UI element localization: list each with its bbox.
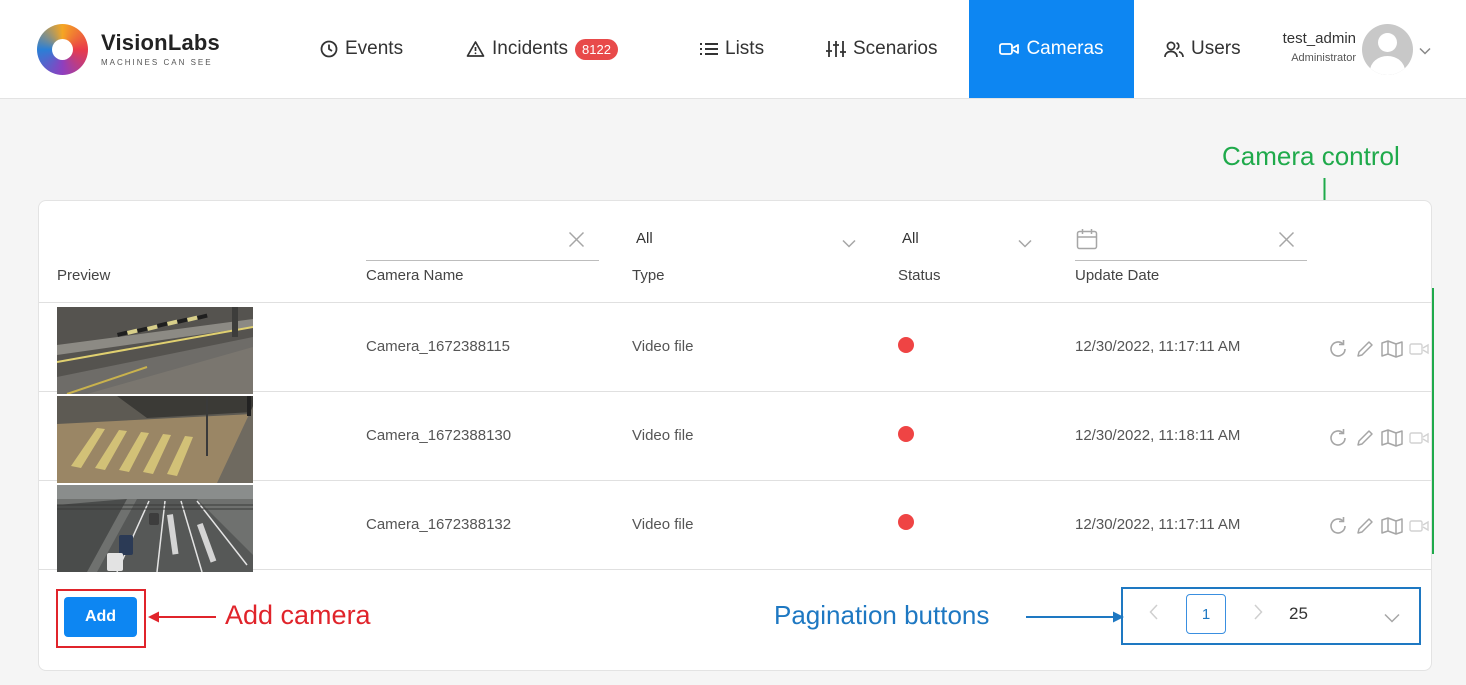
clock-icon	[320, 40, 338, 58]
incidents-count-badge: 8122	[575, 38, 618, 60]
nav-users[interactable]: Users	[1164, 0, 1241, 98]
chevron-right-icon	[1253, 603, 1263, 625]
column-header-status[interactable]: Status	[898, 267, 941, 284]
nav-incidents-label: Incidents	[492, 38, 569, 59]
add-camera-arrow	[148, 611, 216, 623]
list-icon	[700, 41, 718, 57]
camera-type-cell: Video file	[632, 427, 694, 444]
chevron-down-icon[interactable]	[1384, 610, 1400, 628]
camera-preview-image[interactable]	[57, 307, 253, 394]
brand-name: VisionLabs	[101, 30, 220, 55]
pagination-prev-button[interactable]	[1133, 594, 1173, 634]
camera-preview-image[interactable]	[57, 396, 253, 483]
map-icon[interactable]	[1381, 516, 1403, 541]
status-filter-value[interactable]: All	[902, 230, 919, 247]
top-header: VisionLabs MACHINES CAN SEE Events Incid…	[0, 0, 1466, 99]
warning-icon	[466, 40, 485, 58]
status-indicator	[898, 337, 914, 353]
camera-type-cell: Video file	[632, 516, 694, 533]
clear-name-filter-icon[interactable]	[568, 231, 585, 253]
users-icon	[1164, 40, 1184, 58]
camera-actions	[1327, 338, 1429, 365]
camera-name-cell[interactable]: Camera_1672388115	[366, 338, 510, 355]
camera-actions	[1327, 427, 1429, 454]
column-header-update-date[interactable]: Update Date	[1075, 267, 1159, 284]
pagination-next-button[interactable]	[1238, 594, 1278, 634]
video-camera-icon[interactable]	[1409, 341, 1429, 362]
edit-icon[interactable]	[1355, 428, 1375, 453]
update-date-cell: 12/30/2022, 11:17:11 AM	[1075, 338, 1241, 355]
row-divider	[39, 302, 1431, 303]
restart-icon[interactable]	[1327, 515, 1349, 542]
clear-date-filter-icon[interactable]	[1278, 231, 1295, 253]
nav-incidents[interactable]: Incidents 8122	[466, 0, 618, 98]
date-filter-underline	[1075, 260, 1307, 261]
type-filter-value[interactable]: All	[636, 230, 653, 247]
camera-actions	[1327, 515, 1429, 542]
nav-cameras-label: Cameras	[1026, 38, 1104, 59]
page-size-select[interactable]: 25	[1289, 604, 1308, 624]
chevron-down-icon[interactable]	[1018, 235, 1032, 253]
map-icon[interactable]	[1381, 339, 1403, 364]
nav-users-label: Users	[1191, 38, 1241, 59]
nav-cameras[interactable]: Cameras	[969, 0, 1134, 98]
brand-tagline: MACHINES CAN SEE	[101, 58, 213, 67]
chevron-left-icon	[1148, 603, 1158, 625]
video-camera-icon[interactable]	[1409, 430, 1429, 451]
nav-lists-label: Lists	[725, 38, 765, 59]
calendar-icon[interactable]	[1076, 228, 1098, 255]
camera-name-cell[interactable]: Camera_1672388132	[366, 516, 511, 533]
brand-logo[interactable]: VisionLabs MACHINES CAN SEE	[37, 24, 220, 75]
column-header-preview: Preview	[57, 267, 111, 284]
add-camera-button[interactable]: Add	[64, 597, 137, 637]
avatar[interactable]	[1362, 24, 1413, 75]
update-date-cell: 12/30/2022, 11:18:11 AM	[1075, 427, 1241, 444]
logo-mark-icon	[37, 24, 88, 75]
camera-type-cell: Video file	[632, 338, 694, 355]
annotation-pagination-buttons: Pagination buttons	[774, 600, 990, 630]
camera-name-cell[interactable]: Camera_1672388130	[366, 427, 511, 444]
sliders-icon	[826, 40, 846, 58]
column-header-type[interactable]: Type	[632, 267, 665, 284]
restart-icon[interactable]	[1327, 427, 1349, 454]
camera-preview-image[interactable]	[57, 485, 253, 572]
nav-scenarios[interactable]: Scenarios	[826, 0, 938, 98]
nav-events-label: Events	[345, 38, 404, 59]
restart-icon[interactable]	[1327, 338, 1349, 365]
annotation-add-camera: Add camera	[225, 600, 371, 630]
pagination-page-current[interactable]: 1	[1186, 594, 1226, 634]
nav-scenarios-label: Scenarios	[853, 38, 938, 59]
user-name: test_admin	[1282, 30, 1356, 47]
column-header-camera-name[interactable]: Camera Name	[366, 267, 464, 284]
nav-events[interactable]: Events	[320, 0, 403, 98]
status-indicator	[898, 514, 914, 530]
video-camera-icon	[999, 42, 1020, 56]
chevron-down-icon[interactable]	[1419, 42, 1431, 60]
nav-lists[interactable]: Lists	[700, 0, 764, 98]
camera-name-filter-underline	[366, 260, 599, 261]
user-role: Administrator	[1291, 52, 1356, 64]
chevron-down-icon[interactable]	[842, 235, 856, 253]
user-info[interactable]: test_admin Administrator	[1270, 30, 1356, 64]
pagination-arrow	[1026, 611, 1124, 623]
edit-icon[interactable]	[1355, 516, 1375, 541]
camera-name-filter-input[interactable]	[366, 226, 561, 256]
update-date-cell: 12/30/2022, 11:17:11 AM	[1075, 516, 1241, 533]
annotation-camera-control: Camera control	[1222, 141, 1400, 171]
video-camera-icon[interactable]	[1409, 518, 1429, 539]
edit-icon[interactable]	[1355, 339, 1375, 364]
status-indicator	[898, 426, 914, 442]
map-icon[interactable]	[1381, 428, 1403, 453]
